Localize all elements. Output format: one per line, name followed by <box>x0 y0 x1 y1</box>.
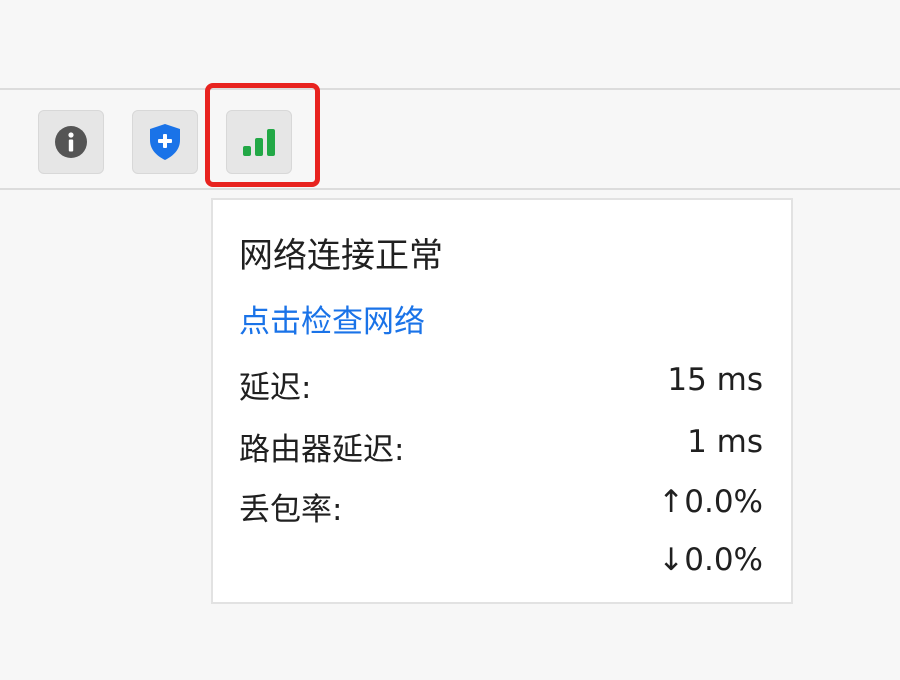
info-button[interactable] <box>38 110 104 174</box>
popup-title: 网络连接正常 <box>239 236 443 276</box>
router-latency-label: 路由器延迟: <box>239 432 405 468</box>
router-latency-value: 1 ms <box>687 424 763 460</box>
top-area <box>0 0 900 88</box>
info-circle-icon <box>55 126 87 158</box>
network-status-popup: 网络连接正常 点击检查网络 延迟: 15 ms 路由器延迟: 1 ms 丢包率:… <box>211 198 793 604</box>
packet-loss-label: 丢包率: <box>239 492 343 528</box>
packet-loss-up-value: ↑0.0% <box>658 484 763 520</box>
shield-plus-icon <box>150 124 180 160</box>
latency-value: 15 ms <box>667 362 763 398</box>
check-network-link[interactable]: 点击检查网络 <box>239 296 425 341</box>
router-latency-row: 路由器延迟: 1 ms <box>239 424 763 468</box>
latency-label: 延迟: <box>239 370 312 406</box>
signal-bars-icon <box>243 129 275 156</box>
network-status-button[interactable] <box>226 110 292 174</box>
toolbar <box>0 88 900 190</box>
packet-loss-down-value: ↓0.0% <box>658 542 763 578</box>
latency-row: 延迟: 15 ms <box>239 362 763 406</box>
security-shield-button[interactable] <box>132 110 198 174</box>
packet-loss-row: 丢包率: ↑0.0% ↓0.0% <box>239 484 763 580</box>
